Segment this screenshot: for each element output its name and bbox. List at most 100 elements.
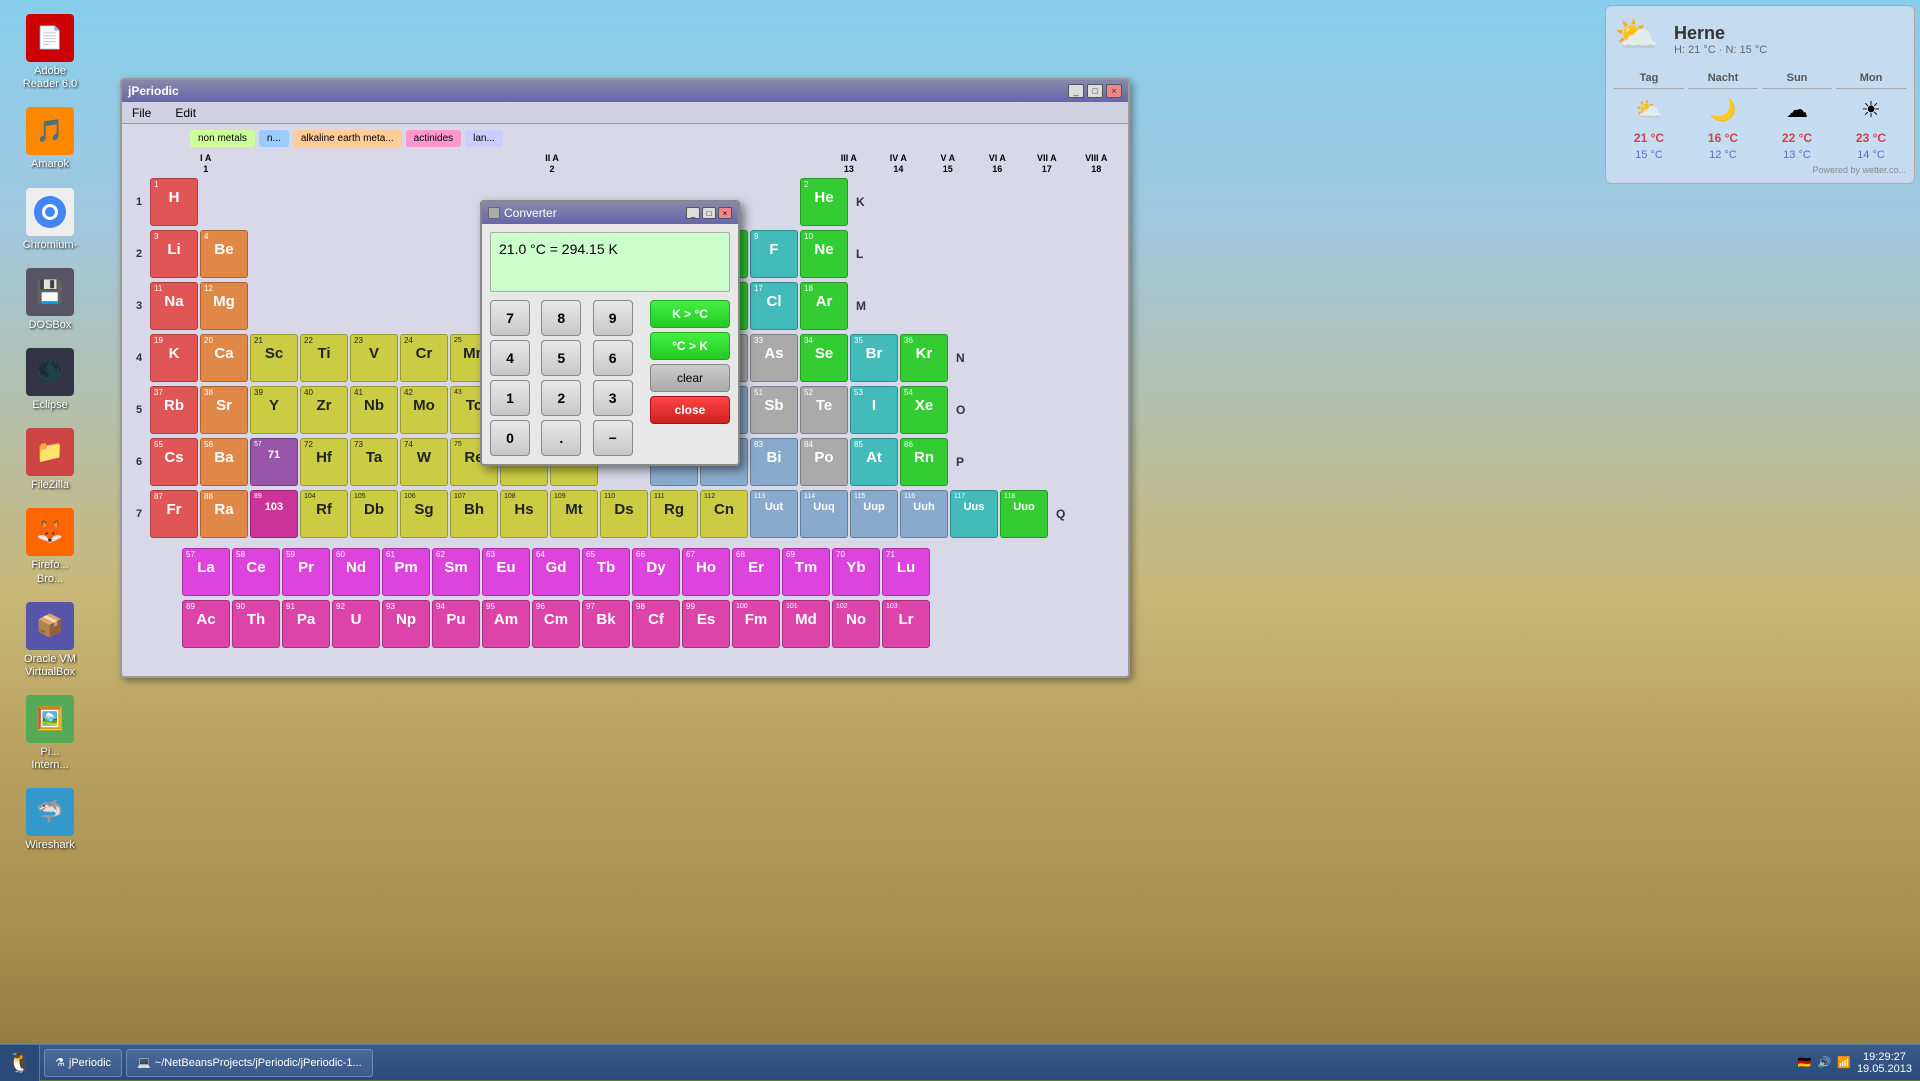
desktop-icon-amarok[interactable]: 🎵 Amarok [10,103,90,175]
element-Cr[interactable]: 24Cr [400,334,448,382]
element-Ti[interactable]: 22Ti [300,334,348,382]
element-V[interactable]: 23V [350,334,398,382]
element-Md[interactable]: 101Md [782,600,830,648]
element-Sm[interactable]: 62Sm [432,548,480,596]
btn-c-to-k[interactable]: °C > K [650,332,730,360]
element-Nb[interactable]: 41Nb [350,386,398,434]
btn-6[interactable]: 6 [593,340,633,376]
btn-3[interactable]: 3 [593,380,633,416]
maximize-button[interactable]: □ [1087,84,1103,98]
desktop-icon-adobe[interactable]: 📄 AdobeReader 6.0 [10,10,90,95]
element-Gd[interactable]: 64Gd [532,548,580,596]
element-Cm[interactable]: 96Cm [532,600,580,648]
element-Zr[interactable]: 40Zr [300,386,348,434]
element-Se[interactable]: 34Se [800,334,848,382]
desktop-icon-firefox[interactable]: 🦊 Firefo...Bro... [10,504,90,589]
element-Ne[interactable]: 10Ne [800,230,848,278]
element-Tb[interactable]: 65Tb [582,548,630,596]
element-Sg[interactable]: 106Sg [400,490,448,538]
element-Pu[interactable]: 94Pu [432,600,480,648]
element-Mo[interactable]: 42Mo [400,386,448,434]
element-Bh[interactable]: 107Bh [450,490,498,538]
element-Db[interactable]: 105Db [350,490,398,538]
element-Ar[interactable]: 18Ar [800,282,848,330]
element-Pr[interactable]: 59Pr [282,548,330,596]
element-U[interactable]: 92U [332,600,380,648]
element-Ho[interactable]: 67Ho [682,548,730,596]
element-Ds[interactable]: 110Ds [600,490,648,538]
desktop-icon-oracle[interactable]: 📦 Oracle VMVirtualBox [10,598,90,683]
element-Ra[interactable]: 88Ra [200,490,248,538]
element-W[interactable]: 74W [400,438,448,486]
btn-2[interactable]: 2 [541,380,581,416]
minimize-button[interactable]: _ [1068,84,1084,98]
element-Lr[interactable]: 103Lr [882,600,930,648]
conv-min-btn[interactable]: _ [686,207,700,219]
element-Rn[interactable]: 86Rn [900,438,948,486]
element-Eu[interactable]: 63Eu [482,548,530,596]
element-At[interactable]: 85At [850,438,898,486]
element-Lu[interactable]: 71Lu [882,548,930,596]
element-Ce[interactable]: 58Ce [232,548,280,596]
element-H[interactable]: 1H [150,178,198,226]
element-Er[interactable]: 68Er [732,548,780,596]
btn-decimal[interactable]: . [541,420,581,456]
desktop-icon-wireshark[interactable]: 🦈 Wireshark [10,784,90,856]
close-window-button[interactable]: × [1106,84,1122,98]
menu-file[interactable]: File [126,104,157,122]
element-Nd[interactable]: 60Nd [332,548,380,596]
btn-k-to-c[interactable]: K > °C [650,300,730,328]
element-Uuq[interactable]: 114Uuq [800,490,848,538]
element-Uus[interactable]: 117Uus [950,490,998,538]
btn-9[interactable]: 9 [593,300,633,336]
jperiodic-titlebar[interactable]: jPeriodic _ □ × [122,80,1128,102]
element-Yb[interactable]: 70Yb [832,548,880,596]
btn-close[interactable]: close [650,396,730,424]
element-Hs[interactable]: 108Hs [500,490,548,538]
element-K[interactable]: 19K [150,334,198,382]
element-Uut[interactable]: 113Uut [750,490,798,538]
element-Cf[interactable]: 98Cf [632,600,680,648]
desktop-icon-dosbox[interactable]: 💾 DOSBox [10,264,90,336]
element-Kr[interactable]: 36Kr [900,334,948,382]
btn-0[interactable]: 0 [490,420,530,456]
element-Rg[interactable]: 111Rg [650,490,698,538]
element-Cs[interactable]: 55Cs [150,438,198,486]
btn-5[interactable]: 5 [541,340,581,376]
conv-close-btn[interactable]: × [718,207,732,219]
conv-max-btn[interactable]: □ [702,207,716,219]
legend-alkaline[interactable]: alkaline earth meta... [293,130,402,147]
element-Sr[interactable]: 38Sr [200,386,248,434]
element-Uuh[interactable]: 116Uuh [900,490,948,538]
element-Uuo[interactable]: 118Uuo [1000,490,1048,538]
legend-noble[interactable]: n... [259,130,289,147]
btn-negate[interactable]: − [593,420,633,456]
legend-actinides[interactable]: actinides [406,130,461,147]
element-He[interactable]: 2He [800,178,848,226]
element-Bk[interactable]: 97Bk [582,600,630,648]
legend-nonmetals[interactable]: non metals [190,130,255,147]
element-Am[interactable]: 95Am [482,600,530,648]
btn-clear[interactable]: clear [650,364,730,392]
element-No[interactable]: 102No [832,600,880,648]
element-I[interactable]: 53I [850,386,898,434]
element-Pa[interactable]: 91Pa [282,600,330,648]
element-As[interactable]: 33As [750,334,798,382]
desktop-icon-pi[interactable]: 🖼️ Pi...Intern... [10,691,90,776]
btn-1[interactable]: 1 [490,380,530,416]
element-Fm[interactable]: 100Fm [732,600,780,648]
desktop-icon-filezilla[interactable]: 📁 FileZilla [10,424,90,496]
taskbar-netbeans[interactable]: 💻 ~/NetBeansProjects/jPeriodic/jPeriodic… [126,1049,373,1077]
element-Y[interactable]: 39Y [250,386,298,434]
element-Es[interactable]: 99Es [682,600,730,648]
element-Po[interactable]: 84Po [800,438,848,486]
element-Bi[interactable]: 83Bi [750,438,798,486]
element-Dy[interactable]: 66Dy [632,548,680,596]
desktop-icon-chromium[interactable]: Chromium- [10,184,90,256]
element-Cl[interactable]: 17Cl [750,282,798,330]
element-Na[interactable]: 11Na [150,282,198,330]
element-Sb[interactable]: 51Sb [750,386,798,434]
element-Cn[interactable]: 112Cn [700,490,748,538]
element-Uup[interactable]: 115Uup [850,490,898,538]
element-Ac[interactable]: 89Ac [182,600,230,648]
